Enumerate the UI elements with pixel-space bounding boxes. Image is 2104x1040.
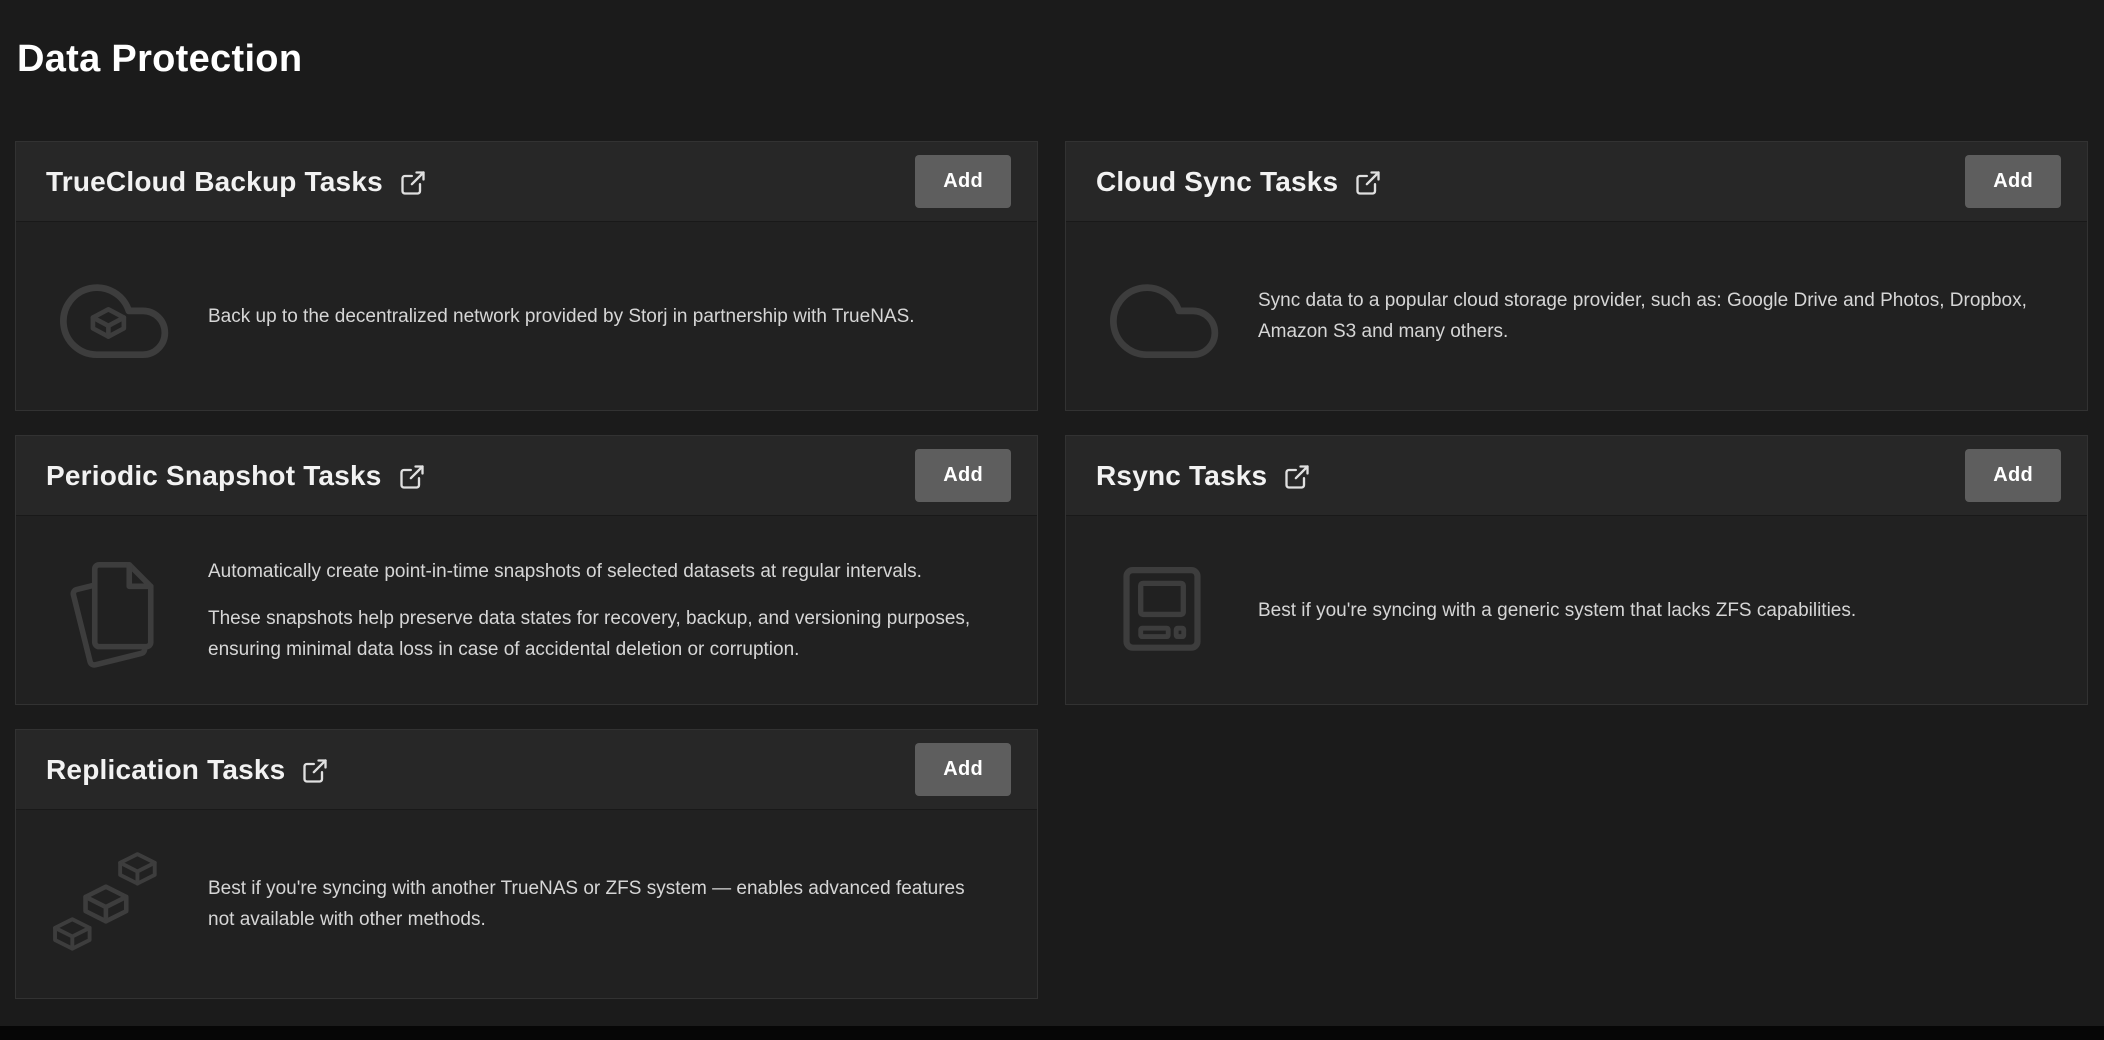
card-cloud-sync-tasks: Cloud Sync Tasks Add [1065, 141, 2088, 411]
card-header: Periodic Snapshot Tasks Add [16, 436, 1037, 516]
card-text: Back up to the decentralized network pro… [208, 301, 995, 332]
card-truecloud-backup-tasks: TrueCloud Backup Tasks Add [15, 141, 1038, 411]
card-title-wrap: Replication Tasks [46, 754, 329, 786]
card-text: Automatically create point-in-time snaps… [208, 556, 995, 665]
card-title-wrap: TrueCloud Backup Tasks [46, 166, 427, 198]
card-description: Automatically create point-in-time snaps… [208, 556, 995, 587]
card-title-wrap: Periodic Snapshot Tasks [46, 460, 426, 492]
card-body: Best if you're syncing with another True… [16, 810, 1037, 998]
data-protection-page: Data Protection TrueCloud Backup Tasks A… [0, 0, 2104, 999]
card-description: Best if you're syncing with a generic sy… [1258, 595, 2045, 626]
cards-grid: TrueCloud Backup Tasks Add [15, 141, 2088, 999]
card-header: Cloud Sync Tasks Add [1066, 142, 2087, 222]
card-rsync-tasks: Rsync Tasks Add [1065, 435, 2088, 705]
card-body: Sync data to a popular cloud storage pro… [1066, 222, 2087, 410]
external-link-icon[interactable] [301, 757, 329, 785]
card-description: Back up to the decentralized network pro… [208, 301, 995, 332]
external-link-icon[interactable] [398, 463, 426, 491]
card-header: TrueCloud Backup Tasks Add [16, 142, 1037, 222]
rsync-add-button[interactable]: Add [1965, 449, 2061, 502]
periodic-snapshot-add-button[interactable]: Add [915, 449, 1011, 502]
card-body: Back up to the decentralized network pro… [16, 222, 1037, 410]
card-text: Best if you're syncing with another True… [208, 873, 995, 935]
computer-icon [1066, 559, 1258, 661]
truecloud-backup-add-button[interactable]: Add [915, 155, 1011, 208]
replication-add-button[interactable]: Add [915, 743, 1011, 796]
zfs-cubes-icon [16, 852, 208, 956]
card-body: Automatically create point-in-time snaps… [16, 516, 1037, 704]
card-title: Cloud Sync Tasks [1096, 166, 1338, 198]
storj-cloud-icon [16, 267, 208, 365]
card-header: Rsync Tasks Add [1066, 436, 2087, 516]
card-title: Replication Tasks [46, 754, 285, 786]
card-replication-tasks: Replication Tasks Add [15, 729, 1038, 999]
cloud-sync-add-button[interactable]: Add [1965, 155, 2061, 208]
cloud-icon [1066, 267, 1258, 365]
card-header: Replication Tasks Add [16, 730, 1037, 810]
card-title-wrap: Rsync Tasks [1096, 460, 1311, 492]
external-link-icon[interactable] [1283, 463, 1311, 491]
card-description: These snapshots help preserve data state… [208, 603, 995, 665]
card-title: Periodic Snapshot Tasks [46, 460, 382, 492]
card-title: TrueCloud Backup Tasks [46, 166, 383, 198]
card-title-wrap: Cloud Sync Tasks [1096, 166, 1382, 198]
card-title: Rsync Tasks [1096, 460, 1267, 492]
bottom-bar [0, 1026, 2104, 1040]
card-text: Best if you're syncing with a generic sy… [1258, 595, 2045, 626]
external-link-icon[interactable] [399, 169, 427, 197]
external-link-icon[interactable] [1354, 169, 1382, 197]
page-title: Data Protection [17, 38, 2088, 81]
card-description: Sync data to a popular cloud storage pro… [1258, 285, 2045, 347]
card-periodic-snapshot-tasks: Periodic Snapshot Tasks Add [15, 435, 1038, 705]
snapshots-icon [16, 547, 208, 673]
card-description: Best if you're syncing with another True… [208, 873, 995, 935]
card-text: Sync data to a popular cloud storage pro… [1258, 285, 2045, 347]
card-body: Best if you're syncing with a generic sy… [1066, 516, 2087, 704]
